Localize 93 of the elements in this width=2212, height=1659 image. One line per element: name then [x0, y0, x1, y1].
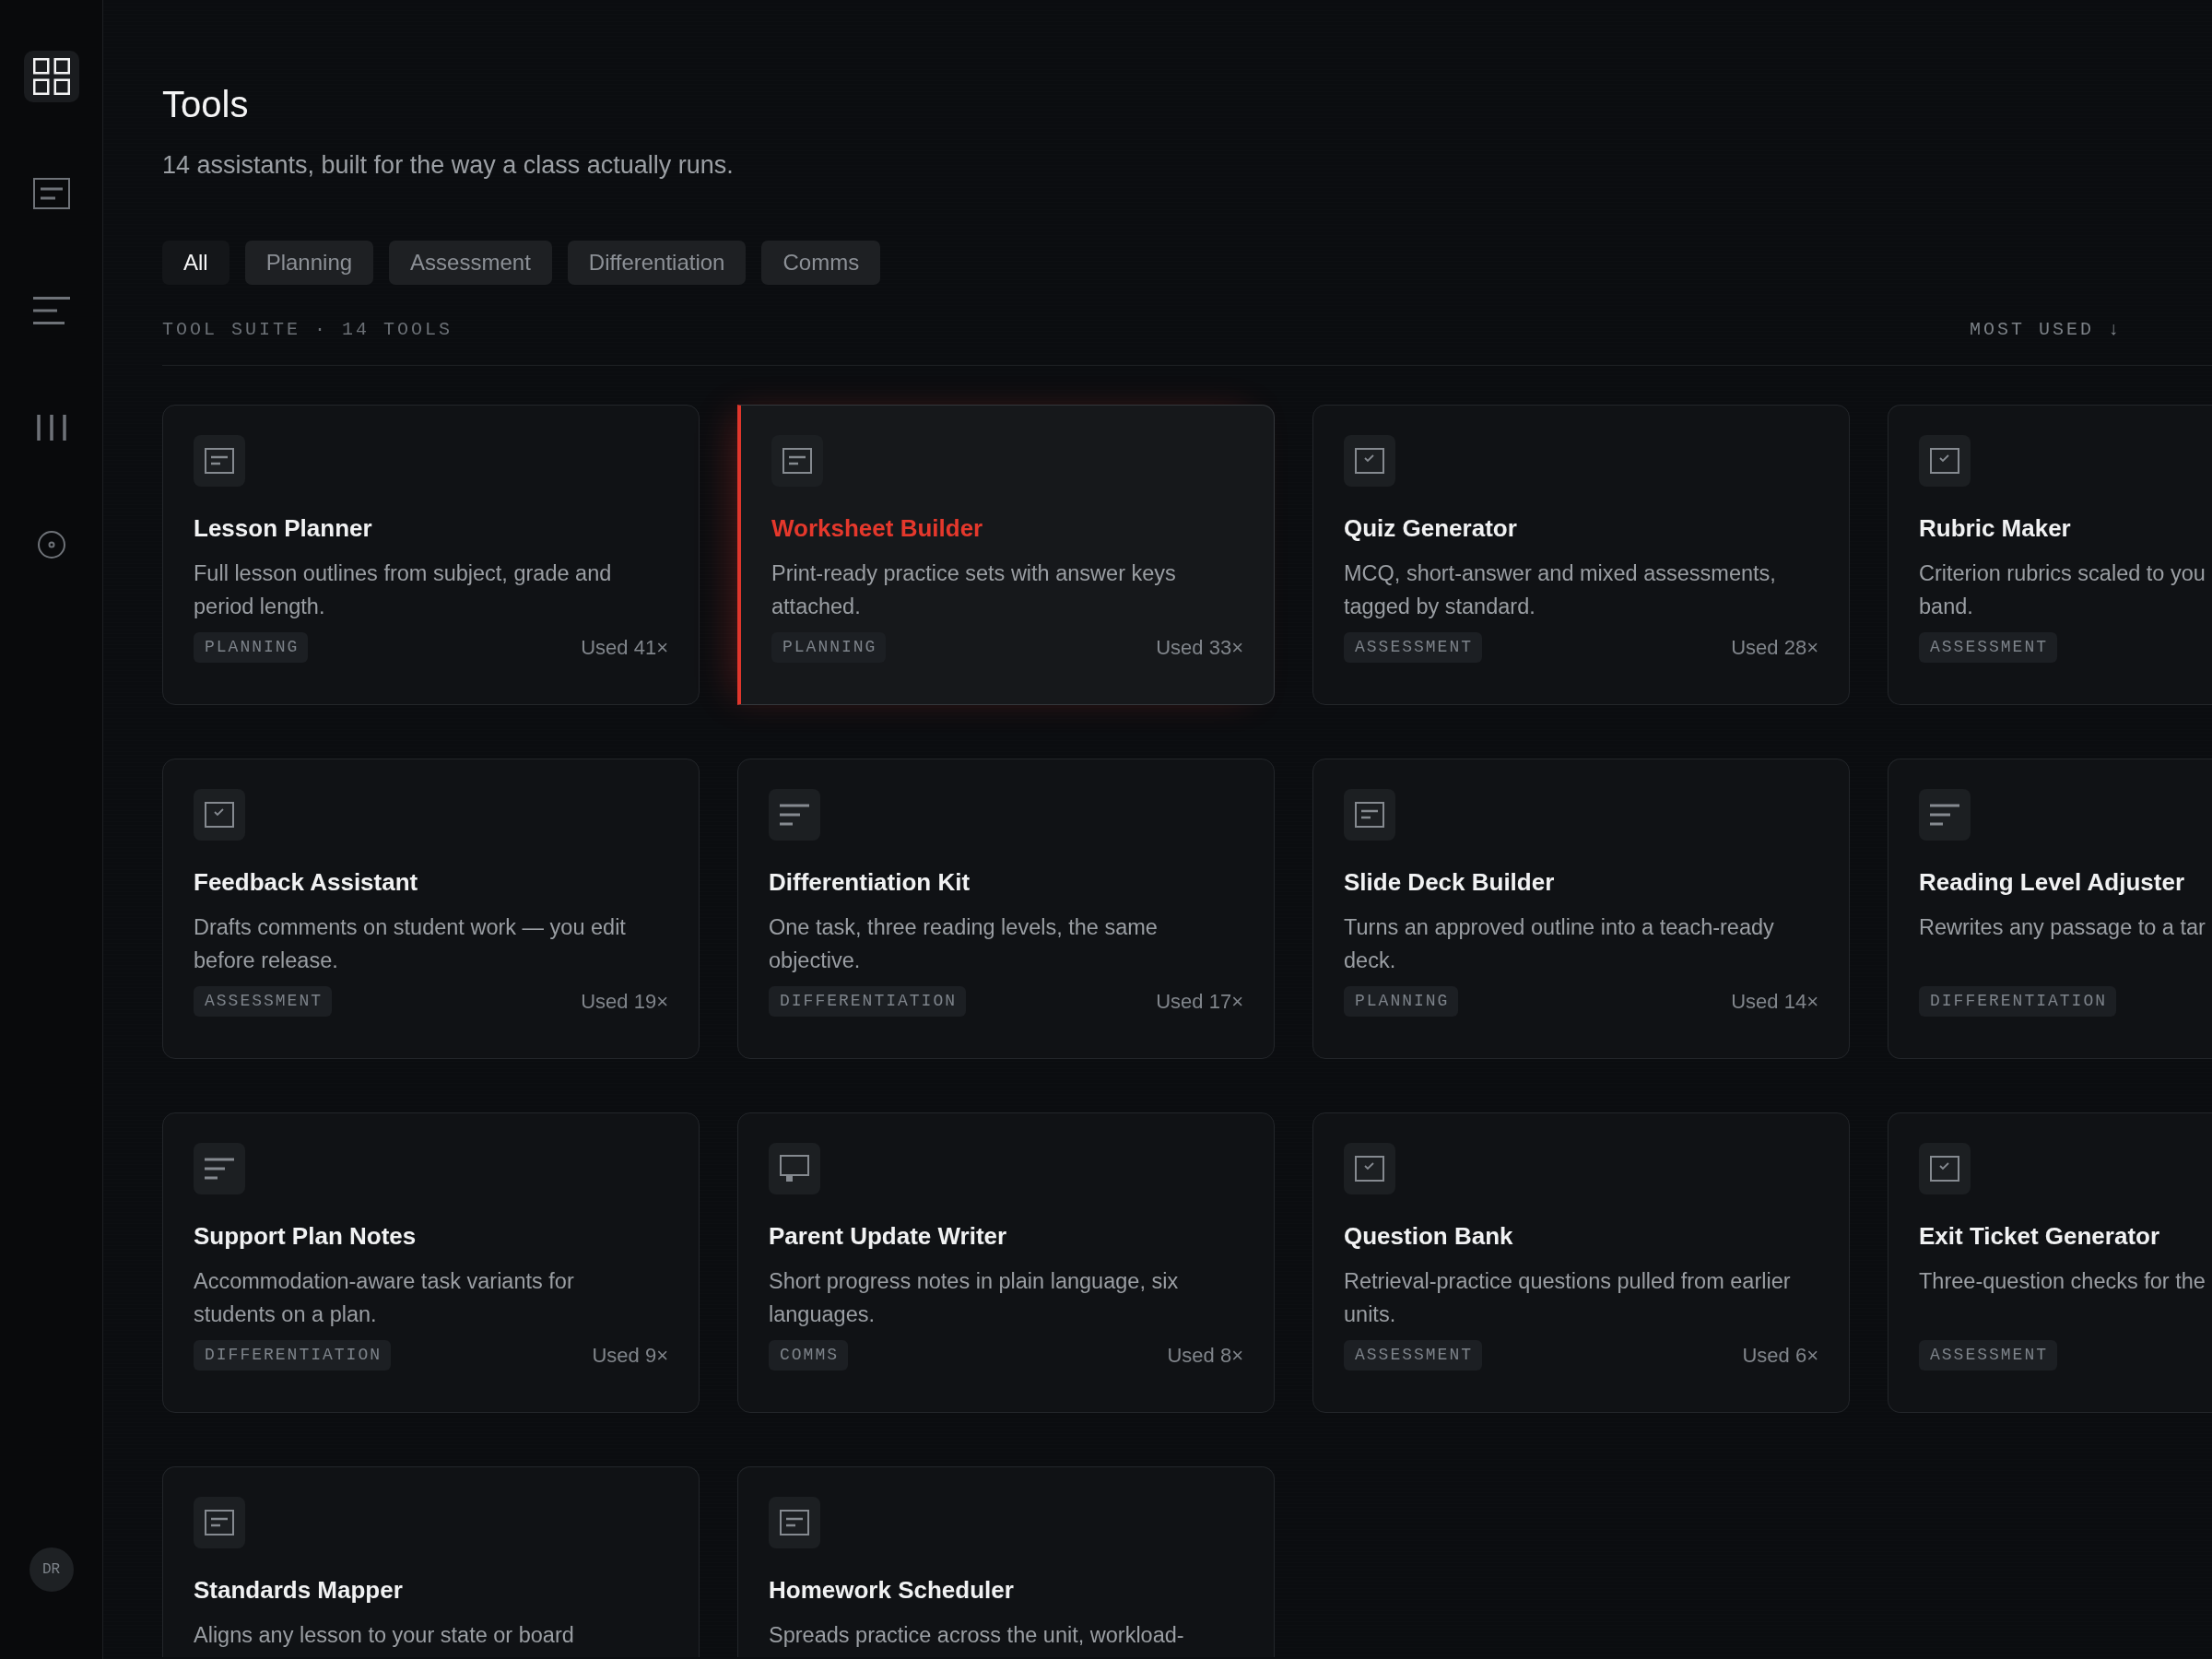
page-subtitle: 14 assistants, built for the way a class actually runs.: [162, 150, 734, 181]
document-icon: [32, 178, 70, 209]
category-tag: ASSESSMENT: [194, 986, 333, 1017]
grid-icon: [32, 58, 70, 95]
tool-description: MCQ, short-answer and mixed assessments, tagged by standard.: [1344, 560, 1776, 620]
document-icon: [194, 1497, 245, 1548]
tool-card[interactable]: Parent Update Writer Short progress notes in plain language, six languages. COMMS Used 8×: [737, 1112, 1275, 1413]
tool-description: Turns an approved outline into a teach-ready deck.: [1344, 914, 1774, 974]
tool-card[interactable]: Quiz Generator MCQ, short-answer and mixed assessments, tagged by standard. ASSESSMENT Used 28×: [1312, 405, 1850, 705]
document-icon: [769, 1497, 820, 1548]
monitor-icon: [769, 1143, 820, 1194]
tool-card[interactable]: Differentiation Kit One task, three reading levels, the same objective. DIFFERENTIATION Used 17×: [737, 759, 1275, 1059]
tool-card[interactable]: Rubric Maker Criterion rubrics scaled to you band. ASSESSMENT: [1888, 405, 2212, 705]
tool-card[interactable]: Standards Mapper Aligns any lesson to your state or board: [162, 1466, 700, 1657]
tool-title: Differentiation Kit: [769, 867, 971, 898]
usage-count: Used 14×: [1731, 989, 1818, 1015]
tool-description: Print-ready practice sets with answer keys attached.: [771, 560, 1176, 620]
tool-description: Full lesson outlines from subject, grade and period length.: [194, 560, 612, 620]
usage-count: Used 33×: [1156, 635, 1243, 661]
usage-count: Used 8×: [1167, 1343, 1243, 1369]
usage-count: Used 9×: [592, 1343, 668, 1369]
tool-description: Criterion rubrics scaled to you band.: [1919, 560, 2206, 620]
category-tag: ASSESSMENT: [1344, 1340, 1483, 1371]
usage-count: Used 28×: [1731, 635, 1818, 661]
filter-tab[interactable]: Assessment: [389, 241, 552, 285]
tool-description: Retrieval-practice questions pulled from earlier units.: [1344, 1268, 1791, 1328]
checkbox-icon: [1919, 1143, 1971, 1194]
tool-title: Question Bank: [1344, 1221, 1513, 1252]
sidebar-nav-button[interactable]: [23, 51, 79, 102]
tool-description: Rewrites any passage to a tar: [1919, 914, 2206, 941]
tool-title: Reading Level Adjuster: [1919, 867, 2184, 898]
checkbox-icon: [1344, 435, 1395, 487]
document-icon: [194, 435, 245, 487]
tool-title: Parent Update Writer: [769, 1221, 1007, 1252]
columns-icon: [36, 415, 66, 441]
target-icon: [37, 531, 65, 559]
tool-description: Aligns any lesson to your state or board: [194, 1622, 574, 1649]
checkbox-icon: [1344, 1143, 1395, 1194]
section-label: TOOL SUITE · 14 TOOLS: [162, 318, 453, 342]
filter-tab[interactable]: Comms: [761, 241, 881, 285]
tool-card[interactable]: Exit Ticket Generator Three-question checks for the ASSESSMENT: [1888, 1112, 2212, 1413]
usage-count: Used 19×: [581, 989, 668, 1015]
category-tag: ASSESSMENT: [1919, 1340, 2058, 1371]
tool-title: Standards Mapper: [194, 1575, 403, 1606]
tool-title: Rubric Maker: [1919, 513, 2071, 544]
tool-title: Feedback Assistant: [194, 867, 418, 898]
document-icon: [1344, 789, 1395, 841]
tool-card[interactable]: Support Plan Notes Accommodation-aware task variants for students on a plan. DIFFERENTIATION Used 9×: [162, 1112, 700, 1413]
tool-title: Slide Deck Builder: [1344, 867, 1555, 898]
tool-title: Support Plan Notes: [194, 1221, 417, 1252]
tool-description: Spreads practice across the unit, workload-: [769, 1622, 1184, 1649]
checkbox-icon: [1919, 435, 1971, 487]
category-tag: DIFFERENTIATION: [769, 986, 967, 1017]
category-tag: PLANNING: [194, 632, 309, 663]
category-tag: PLANNING: [1344, 986, 1459, 1017]
checkbox-icon: [194, 789, 245, 841]
filter-tab[interactable]: Differentiation: [567, 241, 747, 285]
tool-card[interactable]: Reading Level Adjuster Rewrites any passage to a tar DIFFERENTIATION: [1888, 759, 2212, 1059]
category-tag: DIFFERENTIATION: [194, 1340, 392, 1371]
usage-count: Used 6×: [1742, 1343, 1818, 1369]
text-lines-icon: [769, 789, 820, 841]
text-lines-icon: [1919, 789, 1971, 841]
category-tag: ASSESSMENT: [1344, 632, 1483, 663]
category-tag: DIFFERENTIATION: [1919, 986, 2117, 1017]
tool-card[interactable]: Slide Deck Builder Turns an approved outline into a teach-ready deck. PLANNING Used 14×: [1312, 759, 1850, 1059]
tool-description: Drafts comments on student work — you edit before release.: [194, 914, 626, 974]
tool-description: One task, three reading levels, the same objective.: [769, 914, 1158, 974]
filter-tab[interactable]: Planning: [244, 241, 374, 285]
tool-description: Three-question checks for the: [1919, 1268, 2206, 1295]
tool-card[interactable]: Question Bank Retrieval-practice questions pulled from earlier units. ASSESSMENT Used 6×: [1312, 1112, 1850, 1413]
tool-card[interactable]: Homework Scheduler Spreads practice across the unit, workload-: [737, 1466, 1275, 1657]
category-tag: PLANNING: [771, 632, 887, 663]
sort-button[interactable]: MOST USED ↓: [1969, 317, 2122, 343]
category-tag: COMMS: [769, 1340, 848, 1371]
tool-title: Quiz Generator: [1344, 513, 1517, 544]
tool-card[interactable]: Feedback Assistant Drafts comments on student work — you edit before release. ASSESSMENT Used 19×: [162, 759, 700, 1059]
document-icon: [771, 435, 823, 487]
tool-title: Exit Ticket Generator: [1919, 1221, 2160, 1252]
tool-title: Homework Scheduler: [769, 1575, 1014, 1606]
tool-description: Short progress notes in plain language, six languages.: [769, 1268, 1179, 1328]
tool-description: Accommodation-aware task variants for students on a plan.: [194, 1268, 574, 1328]
text-lines-icon: [194, 1143, 245, 1194]
page-title: Tools: [162, 83, 249, 126]
tool-title: Worksheet Builder: [771, 513, 983, 544]
tool-title: Lesson Planner: [194, 513, 372, 544]
user-avatar[interactable]: DR: [29, 1547, 74, 1592]
tool-card[interactable]: Worksheet Builder Print-ready practice sets with answer keys attached. PLANNING Used 33×: [737, 405, 1275, 705]
category-tag: ASSESSMENT: [1919, 632, 2058, 663]
usage-count: Used 41×: [581, 635, 668, 661]
menu-lines-icon: [32, 297, 70, 324]
tool-card[interactable]: Lesson Planner Full lesson outlines from subject, grade and period length. PLANNING Used 41×: [162, 405, 700, 705]
usage-count: Used 17×: [1156, 989, 1243, 1015]
filter-tab[interactable]: All: [162, 241, 229, 285]
